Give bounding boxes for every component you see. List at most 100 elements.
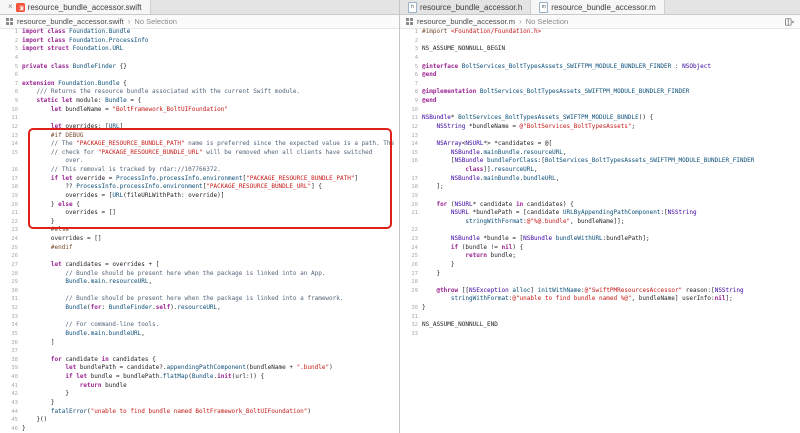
code-line[interactable]: 40 if let bundle = bundlePath.flatMap(Bu…: [0, 373, 399, 382]
line-number[interactable]: 45: [0, 416, 22, 425]
line-number[interactable]: 11: [400, 114, 422, 123]
code-line[interactable]: 11: [0, 114, 399, 123]
related-items-icon[interactable]: [6, 18, 13, 25]
tab-resource-bundle-accessor-h[interactable]: h resource_bundle_accessor.h: [400, 0, 531, 14]
code-line[interactable]: 39 let bundlePath = candidate?.appending…: [0, 364, 399, 373]
code-line[interactable]: 9 static let module: Bundle = {: [0, 97, 399, 106]
code-line[interactable]: 28: [400, 278, 800, 287]
code-line[interactable]: 2: [400, 37, 800, 46]
line-number[interactable]: 31: [0, 295, 22, 304]
code-line[interactable]: 20 } else {: [0, 201, 399, 210]
line-number[interactable]: 6: [400, 71, 422, 80]
code-line[interactable]: 23 NSBundle *bundle = [NSBundle bundleWi…: [400, 235, 800, 244]
line-number[interactable]: 25: [400, 252, 422, 261]
code-line[interactable]: 5private class BundleFinder {}: [0, 63, 399, 72]
line-number[interactable]: 33: [400, 330, 422, 339]
line-number[interactable]: 26: [400, 261, 422, 270]
code-line[interactable]: 7extension Foundation.Bundle {: [0, 80, 399, 89]
tab-resource-bundle-accessor-swift[interactable]: × resource_bundle_accessor.swift: [0, 0, 151, 14]
line-number[interactable]: 10: [0, 106, 22, 115]
line-number[interactable]: [400, 166, 422, 175]
line-number[interactable]: 32: [400, 321, 422, 330]
code-line[interactable]: 29 @throw [[NSException alloc] initWithN…: [400, 287, 800, 296]
line-number[interactable]: 1: [400, 28, 422, 37]
line-number[interactable]: 4: [0, 54, 22, 63]
line-number[interactable]: 26: [0, 252, 22, 261]
line-number[interactable]: 12: [0, 123, 22, 132]
code-line[interactable]: 44 fatalError("unable to find bundle nam…: [0, 408, 399, 417]
code-line[interactable]: 37: [0, 347, 399, 356]
line-number[interactable]: 5: [0, 63, 22, 72]
line-number[interactable]: 21: [400, 209, 422, 218]
code-line[interactable]: 24 if (bundle != nil) {: [400, 244, 800, 253]
line-number[interactable]: 16: [0, 166, 22, 175]
line-number[interactable]: 28: [0, 270, 22, 279]
line-number[interactable]: 5: [400, 63, 422, 72]
line-number[interactable]: 44: [0, 408, 22, 417]
line-number[interactable]: 25: [0, 244, 22, 253]
line-number[interactable]: [400, 218, 422, 227]
line-number[interactable]: 33: [0, 313, 22, 322]
code-line[interactable]: 32NS_ASSUME_NONNULL_END: [400, 321, 800, 330]
line-number[interactable]: 27: [0, 261, 22, 270]
line-number[interactable]: 17: [0, 175, 22, 184]
code-line[interactable]: 18 ];: [400, 183, 800, 192]
line-number[interactable]: 9: [400, 97, 422, 106]
line-number[interactable]: 35: [0, 330, 22, 339]
line-number[interactable]: 2: [400, 37, 422, 46]
code-line[interactable]: 20 for (NSURL* candidate in candidates) …: [400, 201, 800, 210]
code-line[interactable]: 2import class Foundation.ProcessInfo: [0, 37, 399, 46]
code-line[interactable]: 6: [0, 71, 399, 80]
code-line[interactable]: 1import class Foundation.Bundle: [0, 28, 399, 37]
line-number[interactable]: 23: [0, 226, 22, 235]
code-line[interactable]: 1#import <Foundation/Foundation.h>: [400, 28, 800, 37]
line-number[interactable]: 13: [0, 132, 22, 141]
code-line[interactable]: 38 for candidate in candidates {: [0, 356, 399, 365]
code-line[interactable]: 14 NSArray<NSURL*> *candidates = @[: [400, 140, 800, 149]
code-line[interactable]: 25 #endif: [0, 244, 399, 253]
code-line[interactable]: 21 NSURL *bundlePath = [candidate URLByA…: [400, 209, 800, 218]
close-tab-icon[interactable]: ×: [8, 3, 13, 11]
code-line[interactable]: 13: [400, 132, 800, 141]
code-line[interactable]: over.: [0, 157, 399, 166]
line-number[interactable]: 2: [0, 37, 22, 46]
code-line[interactable]: 30: [0, 287, 399, 296]
code-line[interactable]: 14 // The "PACKAGE_RESOURCE_BUNDLE_PATH"…: [0, 140, 399, 149]
code-line[interactable]: 21 overrides = []: [0, 209, 399, 218]
code-line[interactable]: 26: [0, 252, 399, 261]
line-number[interactable]: 36: [0, 339, 22, 348]
code-line[interactable]: 27 }: [400, 270, 800, 279]
line-number[interactable]: 3: [400, 45, 422, 54]
line-number[interactable]: 8: [400, 88, 422, 97]
code-line[interactable]: 45 }(): [0, 416, 399, 425]
line-number[interactable]: 39: [0, 364, 22, 373]
code-line[interactable]: 12 let overrides: [URL]: [0, 123, 399, 132]
code-line[interactable]: 15 // check for "PACKAGE_RESOURCE_BUNDLE…: [0, 149, 399, 158]
code-line[interactable]: 19: [400, 192, 800, 201]
code-line[interactable]: 22: [400, 226, 800, 235]
breadcrumb-file[interactable]: resource_bundle_accessor.swift: [17, 17, 124, 26]
code-line[interactable]: 7: [400, 80, 800, 89]
code-line[interactable]: 17 if let override = ProcessInfo.process…: [0, 175, 399, 184]
line-number[interactable]: 43: [0, 399, 22, 408]
code-line[interactable]: 24 overrides = []: [0, 235, 399, 244]
breadcrumb-selection[interactable]: No Selection: [526, 17, 569, 26]
code-line[interactable]: stringWithFormat:@"unable to find bundle…: [400, 295, 800, 304]
line-number[interactable]: 42: [0, 390, 22, 399]
line-number[interactable]: 29: [400, 287, 422, 296]
line-number[interactable]: 7: [0, 80, 22, 89]
code-line[interactable]: 29 Bundle.main.resourceURL,: [0, 278, 399, 287]
code-line[interactable]: 34 // For command-line tools.: [0, 321, 399, 330]
line-number[interactable]: 6: [0, 71, 22, 80]
code-line[interactable]: 11NSBundle* BoltServices_BoltTypesAssets…: [400, 114, 800, 123]
code-line[interactable]: 10 let bundleName = "BoltFramework_BoltU…: [0, 106, 399, 115]
line-number[interactable]: 16: [400, 157, 422, 166]
line-number[interactable]: 46: [0, 425, 22, 433]
code-line[interactable]: 43 }: [0, 399, 399, 408]
line-number[interactable]: 41: [0, 382, 22, 391]
line-number[interactable]: 9: [0, 97, 22, 106]
code-line[interactable]: 19 overrides = [URL(fileURLWithPath: ove…: [0, 192, 399, 201]
code-line[interactable]: 12 NSString *bundleName = @"BoltServices…: [400, 123, 800, 132]
code-line[interactable]: 26 }: [400, 261, 800, 270]
code-line[interactable]: 31 // Bundle should be present here when…: [0, 295, 399, 304]
